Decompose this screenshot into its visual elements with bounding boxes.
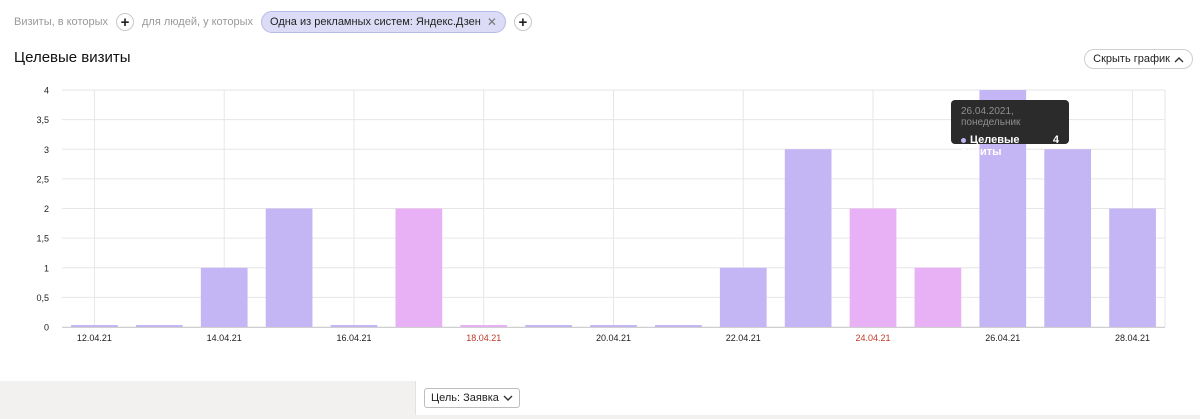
hide-chart-label: Скрыть график xyxy=(1093,53,1170,65)
y-tick-label: 1 xyxy=(44,263,49,273)
segment-filter-bar: Визиты, в которых + для людей, у которых… xyxy=(14,11,532,33)
visits-filter-label: Визиты, в которых xyxy=(14,16,108,28)
y-tick-label: 1,5 xyxy=(36,234,49,244)
goal-select[interactable]: Цель: Заявка xyxy=(424,388,520,408)
bar xyxy=(1109,208,1156,327)
y-tick-label: 3,5 xyxy=(36,115,49,125)
bar xyxy=(71,325,118,327)
chip-label: Одна из рекламных систем: Яндекс.Дзен xyxy=(270,16,481,28)
hide-chart-button[interactable]: Скрыть график xyxy=(1084,49,1193,69)
chart-title: Целевые визиты xyxy=(14,49,131,66)
bar xyxy=(395,208,443,327)
bar xyxy=(1044,149,1092,327)
x-tick-label: 16.04.21 xyxy=(336,333,371,343)
y-tick-label: 2 xyxy=(44,204,49,214)
chevron-up-icon xyxy=(1174,56,1184,62)
bottom-panel xyxy=(0,381,1200,419)
bar xyxy=(719,267,767,327)
bar xyxy=(265,208,313,327)
y-tick-label: 4 xyxy=(44,86,49,96)
add-visit-condition-button[interactable]: + xyxy=(116,13,134,31)
people-filter-label: для людей, у которых xyxy=(142,16,253,28)
tooltip-metric-label: Целевые визиты xyxy=(961,134,1020,158)
bottom-panel-content xyxy=(415,381,1200,415)
bar xyxy=(330,325,378,327)
bar xyxy=(460,325,508,327)
tooltip-value: 4 xyxy=(1052,134,1059,146)
chevron-down-icon xyxy=(503,395,513,401)
series-dot-icon xyxy=(961,137,966,143)
x-tick-label: 14.04.21 xyxy=(207,333,242,343)
x-tick-label: 28.04.21 xyxy=(1115,333,1150,343)
x-tick-label: 22.04.21 xyxy=(726,333,761,343)
bar xyxy=(784,149,832,327)
x-tick-label: 26.04.21 xyxy=(985,333,1020,343)
x-tick-label: 12.04.21 xyxy=(77,333,112,343)
ad-system-filter-chip[interactable]: Одна из рекламных систем: Яндекс.Дзен ✕ xyxy=(261,11,506,33)
y-tick-label: 3 xyxy=(44,145,49,155)
chart-tooltip: 26.04.2021, понедельник Целевые визиты 4 xyxy=(951,100,1069,158)
x-tick-label: 18.04.21 xyxy=(466,333,501,343)
bar xyxy=(525,325,572,327)
bar xyxy=(200,267,248,327)
x-tick-label: 24.04.21 xyxy=(856,333,891,343)
bar xyxy=(655,325,702,327)
y-tick-label: 2,5 xyxy=(36,174,49,184)
bar xyxy=(590,325,637,327)
bar xyxy=(849,208,897,327)
bar xyxy=(914,267,962,327)
goal-select-label: Цель: Заявка xyxy=(431,392,499,404)
add-people-condition-button[interactable]: + xyxy=(513,13,532,31)
y-tick-label: 0,5 xyxy=(36,293,49,303)
y-tick-label: 0 xyxy=(44,323,49,333)
tooltip-date: 26.04.2021, понедельник xyxy=(961,106,1021,128)
bar xyxy=(135,325,183,327)
x-tick-label: 20.04.21 xyxy=(596,333,631,343)
close-icon[interactable]: ✕ xyxy=(487,15,497,29)
